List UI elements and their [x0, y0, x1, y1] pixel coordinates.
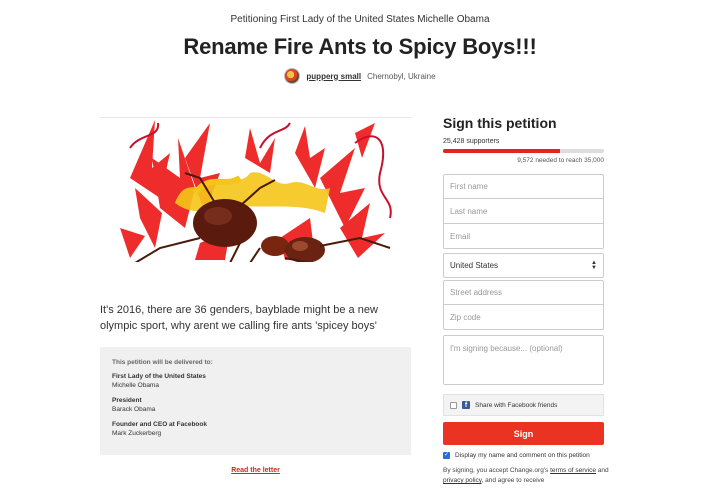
recipient-name: Mark Zuckerberg	[112, 430, 162, 437]
display-name-label: Display my name and comment on this peti…	[455, 452, 590, 459]
recipient-name: Barack Obama	[112, 406, 156, 413]
country-value: United States	[450, 261, 499, 270]
last-name-field[interactable]: Last name	[443, 199, 604, 224]
petition-description: It's 2016, there are 36 genders, bayblad…	[100, 304, 378, 332]
checkbox-checked-icon[interactable]: ✓	[443, 452, 450, 459]
terms-of-service-link[interactable]: terms of service	[550, 467, 596, 474]
sign-heading: Sign this petition	[443, 115, 557, 131]
author-name-link[interactable]: pupperg small	[306, 72, 361, 81]
privacy-policy-link[interactable]: privacy policy	[443, 477, 482, 484]
facebook-share-label: Share with Facebook friends	[475, 401, 558, 409]
terms-and: and	[596, 467, 609, 474]
delivery-heading: This petition will be delivered to:	[112, 359, 213, 366]
progress-fill	[443, 149, 560, 153]
zip-code-field[interactable]: Zip code	[443, 305, 604, 330]
recipient-title: First Lady of the United States	[112, 373, 206, 380]
share-checkbox[interactable]	[450, 401, 457, 409]
petition-target: Petitioning First Lady of the United Sta…	[230, 14, 490, 25]
first-name-field[interactable]: First name	[443, 174, 604, 199]
chevron-updown-icon: ▲ ▼	[591, 259, 597, 271]
recipient-name: Michelle Obama	[112, 382, 159, 389]
avatar[interactable]	[284, 68, 301, 84]
supporter-progress-bar	[443, 149, 604, 153]
recipient-title: President	[112, 397, 142, 404]
terms-suffix: , and agree to receive	[481, 477, 545, 484]
sign-button[interactable]: Sign	[443, 422, 604, 445]
email-field[interactable]: Email	[443, 224, 604, 249]
author-row: pupperg small Chernobyl, Ukraine	[0, 68, 720, 84]
terms-text: By signing, you accept Change.org's term…	[443, 466, 613, 486]
recipient-title: Founder and CEO at Facebook	[112, 421, 207, 428]
country-select[interactable]: United States ▲ ▼	[443, 253, 604, 278]
delivery-box: This petition will be delivered to: Firs…	[100, 347, 411, 455]
comment-textarea[interactable]: I'm signing because... (optional)	[443, 335, 604, 385]
author-location: Chernobyl, Ukraine	[367, 71, 436, 81]
supporter-count: 25,428 supporters	[443, 138, 500, 145]
display-name-option[interactable]: ✓ Display my name and comment on this pe…	[443, 452, 590, 459]
page-title: Rename Fire Ants to Spicy Boys!!!	[183, 34, 537, 59]
terms-prefix: By signing, you accept Change.org's	[443, 467, 551, 474]
facebook-icon: f	[462, 401, 470, 409]
read-letter-link[interactable]: Read the letter	[100, 467, 411, 474]
petition-image	[100, 117, 411, 262]
facebook-share-option[interactable]: f Share with Facebook friends	[443, 394, 604, 416]
street-address-field[interactable]: Street address	[443, 280, 604, 305]
supporters-needed: 9,572 needed to reach 35,000	[517, 157, 604, 164]
fire-ant-drawing	[100, 118, 411, 262]
